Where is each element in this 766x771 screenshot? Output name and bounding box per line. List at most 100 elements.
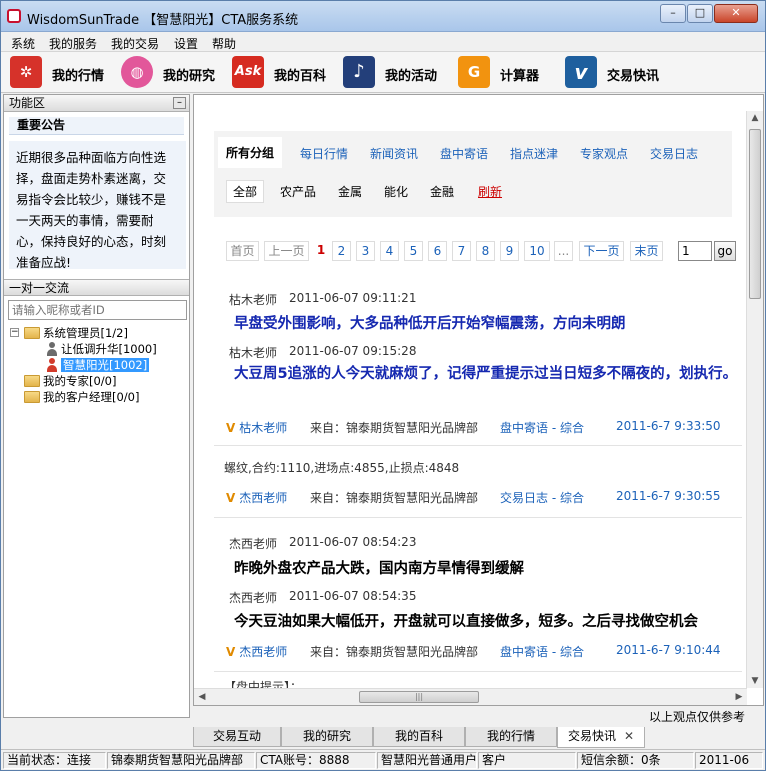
- category-expert-view[interactable]: 专家观点: [580, 145, 628, 162]
- collapse-button[interactable]: –: [173, 97, 186, 109]
- post-headline[interactable]: 大豆周5追涨的人今天就麻烦了，记得严重提示过当日短多不隔夜的，划执行。: [234, 364, 749, 385]
- function-area-title: 功能区: [9, 96, 46, 110]
- ask-icon: Ask: [232, 56, 264, 88]
- post-source-row: V 杰西老师 来自：锦泰期货智慧阳光品牌部 交易日志 - 综合 2011-6-7 …: [226, 489, 746, 505]
- last-page-button[interactable]: 末页: [630, 241, 663, 261]
- source-author-link[interactable]: 杰西老师: [239, 645, 287, 659]
- minimize-button[interactable]: –: [660, 4, 686, 23]
- vertical-scrollbar[interactable]: ▲ ▼: [746, 111, 763, 688]
- toolbar-my-research-button[interactable]: ◍ 我的研究: [121, 56, 225, 89]
- sub-agriculture[interactable]: 农产品: [280, 183, 316, 200]
- sub-metals[interactable]: 金属: [338, 183, 362, 200]
- divider: [214, 517, 742, 518]
- vertical-scroll-thumb[interactable]: [749, 129, 761, 299]
- category-intraday[interactable]: 盘中寄语: [440, 145, 488, 162]
- toolbar-label: 交易快讯: [607, 69, 660, 84]
- horizontal-scroll-thumb[interactable]: |||: [359, 691, 479, 703]
- post-time: 2011-06-07 08:54:23: [289, 535, 417, 549]
- sub-finance[interactable]: 金融: [430, 183, 454, 200]
- tree-group-experts[interactable]: 我的专家[0/0]: [24, 373, 116, 389]
- first-page-button[interactable]: 首页: [226, 241, 259, 261]
- category-trade-log[interactable]: 交易日志: [650, 145, 698, 162]
- sub-energy-chem[interactable]: 能化: [384, 183, 408, 200]
- scroll-up-icon[interactable]: ▲: [747, 113, 763, 123]
- post-time: 2011-06-07 08:54:35: [289, 589, 417, 603]
- tree-group-managers[interactable]: 我的客户经理[0/0]: [24, 389, 139, 405]
- filter-box: 所有分组 每日行情 新闻资讯 盘中寄语 指点迷津 专家观点 交易日志 全部 农产…: [214, 131, 732, 217]
- folder-icon: [24, 327, 40, 339]
- refresh-link[interactable]: 刷新: [478, 183, 502, 200]
- notice-line: 易指令会比较少，赚钱不是: [16, 192, 167, 207]
- tab-trade-news[interactable]: 交易快讯 ✕: [557, 727, 645, 748]
- prev-page-button[interactable]: 上一页: [264, 241, 309, 261]
- category-guidance[interactable]: 指点迷津: [510, 145, 558, 162]
- folder-icon: [24, 391, 40, 403]
- tree-user-1002[interactable]: 智慧阳光[1002]: [46, 357, 150, 373]
- next-page-button[interactable]: 下一页: [579, 241, 624, 261]
- source-tag-link[interactable]: 交易日志 - 综合: [500, 489, 584, 506]
- maximize-button[interactable]: □: [687, 4, 713, 23]
- notice-title: 重要公告: [9, 117, 184, 135]
- page-5-link[interactable]: 5: [404, 241, 423, 261]
- more-pages: ...: [554, 241, 573, 261]
- tree-expander-icon[interactable]: −: [10, 328, 19, 337]
- post-time: 2011-06-07 09:11:21: [289, 291, 417, 305]
- source-author-link[interactable]: 杰西老师: [239, 491, 287, 505]
- status-sms-balance: 短信余额：0条: [577, 752, 694, 769]
- toolbar-my-activity-button[interactable]: ♪ 我的活动: [343, 56, 447, 89]
- category-news[interactable]: 新闻资讯: [370, 145, 418, 162]
- tab-my-quotes[interactable]: 我的行情: [465, 727, 557, 747]
- horizontal-scrollbar[interactable]: ◀ ||| ▶: [194, 688, 747, 705]
- source-tag-link[interactable]: 盘中寄语 - 综合: [500, 419, 584, 436]
- contact-search-input[interactable]: [8, 300, 187, 320]
- page-7-link[interactable]: 7: [452, 241, 471, 261]
- page-number-input[interactable]: 1: [678, 241, 712, 261]
- menu-system[interactable]: 系统: [11, 35, 35, 52]
- page-8-link[interactable]: 8: [476, 241, 495, 261]
- post-source-row: V 枯木老师 来自：锦泰期货智慧阳光品牌部 盘中寄语 - 综合 2011-6-7 …: [226, 419, 746, 435]
- page-4-link[interactable]: 4: [380, 241, 399, 261]
- notice-body: 近期很多品种面临方向性选 择，盘面走势朴素迷离，交 易指令会比较少，赚钱不是 一…: [9, 141, 186, 269]
- folder-icon: [24, 375, 40, 387]
- status-company: 锦泰期货智慧阳光品牌部: [107, 752, 255, 769]
- category-all[interactable]: 所有分组: [218, 137, 283, 168]
- post-headline[interactable]: 昨晚外盘农产品大跌，国内南方旱情得到缓解: [234, 557, 524, 578]
- toolbar-calculator-button[interactable]: G 计算器: [458, 56, 562, 89]
- post-headline[interactable]: 早盘受外围影响，大多品种低开后开始窄幅震荡，方向未明朗: [234, 312, 626, 333]
- bottom-tabs: 交易互动 我的研究 我的百科 我的行情 交易快讯 ✕: [193, 727, 765, 748]
- tree-user-label: 让低调升华[1000]: [61, 342, 157, 356]
- tree-user-1000[interactable]: 让低调升华[1000]: [46, 341, 157, 357]
- verified-icon: V: [226, 645, 236, 659]
- post-headline[interactable]: 今天豆油如果大幅低开，开盘就可以直接做多，短多。之后寻找做空机会: [234, 610, 698, 631]
- go-button[interactable]: go: [714, 241, 736, 261]
- page-9-link[interactable]: 9: [500, 241, 519, 261]
- source-date: 2011-6-7 9:30:55: [616, 489, 721, 503]
- yelp-icon: ✲: [10, 56, 42, 88]
- tab-close-icon[interactable]: ✕: [624, 729, 634, 743]
- scroll-down-icon[interactable]: ▼: [747, 676, 763, 686]
- menu-help[interactable]: 帮助: [212, 35, 236, 52]
- menu-settings[interactable]: 设置: [174, 35, 198, 52]
- category-daily-quotes[interactable]: 每日行情: [300, 145, 348, 162]
- tab-my-research[interactable]: 我的研究: [281, 727, 373, 747]
- title-bar[interactable]: WisdomSunTrade 【智慧阳光】CTA服务系统 – □ ✕: [1, 1, 765, 32]
- source-tag-link[interactable]: 盘中寄语 - 综合: [500, 643, 584, 660]
- contact-tree: − 系统管理员[1/2] 让低调升华[1000] 智慧阳光[1002] 我的专家…: [8, 323, 187, 713]
- menu-my-service[interactable]: 我的服务: [49, 35, 97, 52]
- scroll-right-icon[interactable]: ▶: [731, 692, 747, 702]
- scroll-left-icon[interactable]: ◀: [194, 692, 210, 702]
- menu-my-trade[interactable]: 我的交易: [111, 35, 159, 52]
- toolbar-my-encyclopedia-button[interactable]: Ask 我的百科: [232, 56, 336, 89]
- sub-all[interactable]: 全部: [226, 180, 265, 203]
- toolbar-trade-news-button[interactable]: v 交易快讯: [565, 56, 685, 89]
- page-10-link[interactable]: 10: [524, 241, 550, 261]
- tab-my-encyclopedia[interactable]: 我的百科: [373, 727, 465, 747]
- tab-trade-interaction[interactable]: 交易互动: [193, 727, 281, 747]
- toolbar-my-quotes-button[interactable]: ✲ 我的行情: [10, 56, 114, 89]
- source-author-link[interactable]: 枯木老师: [239, 421, 287, 435]
- close-button[interactable]: ✕: [714, 4, 758, 23]
- page-6-link[interactable]: 6: [428, 241, 447, 261]
- page-3-link[interactable]: 3: [356, 241, 375, 261]
- page-2-link[interactable]: 2: [332, 241, 351, 261]
- post-source-row: V 杰西老师 来自：锦泰期货智慧阳光品牌部 盘中寄语 - 综合 2011-6-7 …: [226, 643, 746, 659]
